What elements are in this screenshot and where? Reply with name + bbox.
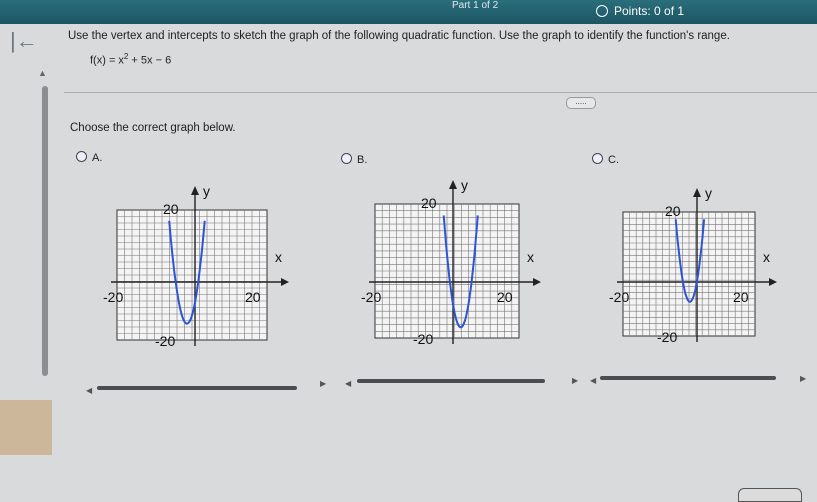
option-c[interactable]: C. <box>592 153 619 166</box>
x-axis-label: x <box>275 249 282 265</box>
points-circle-icon <box>596 5 608 17</box>
tick-label-right: 20 <box>733 289 749 305</box>
tick-label-top: 20 <box>421 195 437 211</box>
x-axis-arrow <box>281 278 289 286</box>
function-expression: f(x) = x2 + 5x − 6 <box>90 52 171 67</box>
y-axis-arrow <box>449 180 457 189</box>
top-bar: Part 1 of 2 Points: 0 of 1 <box>0 0 817 24</box>
divider <box>64 92 817 93</box>
scroll-left-icon[interactable]: ◀ <box>590 376 596 385</box>
side-panel <box>0 400 52 455</box>
horizontal-scrollbar-c[interactable] <box>600 376 776 380</box>
tick-label-left: -20 <box>609 289 629 305</box>
back-arrow-icon[interactable]: |← <box>10 30 42 52</box>
option-c-label: C. <box>608 154 619 166</box>
graph-option-c[interactable]: y x 20 -20 -20 20 <box>605 172 810 347</box>
question-instruction: Use the vertex and intercepts to sketch … <box>68 30 730 42</box>
y-axis-arrow <box>191 186 199 195</box>
tick-label-bottom: -20 <box>657 329 677 345</box>
function-rest: + 5x − 6 <box>128 54 172 67</box>
x-axis-label: x <box>527 249 534 265</box>
y-axis-label: y <box>705 185 712 201</box>
more-button[interactable]: ..... <box>566 97 596 109</box>
scroll-left-icon[interactable]: ◀ <box>86 386 92 395</box>
option-a[interactable]: A. <box>76 151 102 164</box>
function-main: f(x) = x <box>90 54 124 67</box>
y-axis-arrow <box>693 188 701 197</box>
graph-option-b[interactable]: y x 20 -20 -20 20 <box>355 172 570 352</box>
tick-label-right: 20 <box>497 289 513 305</box>
bottom-button[interactable] <box>738 488 802 502</box>
y-axis-label: y <box>203 183 210 199</box>
x-axis-label: x <box>763 249 770 265</box>
horizontal-scrollbar-b[interactable] <box>357 379 545 383</box>
tick-label-bottom: -20 <box>155 333 175 349</box>
tick-label-top: 20 <box>163 201 179 217</box>
x-axis-arrow <box>533 278 541 286</box>
option-a-radio[interactable] <box>76 151 87 162</box>
scroll-right-icon[interactable]: ▶ <box>320 379 326 388</box>
graph-option-a[interactable]: y x 20 -20 -20 20 <box>95 170 315 355</box>
option-c-radio[interactable] <box>592 153 603 164</box>
option-b[interactable]: B. <box>341 153 367 166</box>
y-axis-label: y <box>461 177 468 193</box>
tick-label-left: -20 <box>103 289 123 305</box>
scroll-right-icon[interactable]: ▶ <box>800 374 806 383</box>
choose-prompt: Choose the correct graph below. <box>70 122 236 134</box>
scroll-up-icon[interactable]: ▲ <box>38 68 47 78</box>
option-b-label: B. <box>357 154 368 166</box>
horizontal-scrollbar-a[interactable] <box>97 386 297 390</box>
vertical-scrollbar[interactable] <box>42 86 48 376</box>
scroll-left-icon[interactable]: ◀ <box>345 379 351 388</box>
tick-label-left: -20 <box>361 289 381 305</box>
tick-label-right: 20 <box>245 289 261 305</box>
points-indicator: Points: 0 of 1 <box>596 4 684 18</box>
part-indicator: Part 1 of 2 <box>452 0 499 11</box>
option-b-radio[interactable] <box>341 153 352 164</box>
tick-label-bottom: -20 <box>413 331 433 347</box>
points-text: Points: 0 of 1 <box>614 4 685 18</box>
option-a-label: A. <box>92 152 103 164</box>
x-axis-arrow <box>769 278 777 286</box>
tick-label-top: 20 <box>665 203 681 219</box>
scroll-right-icon[interactable]: ▶ <box>572 376 578 385</box>
